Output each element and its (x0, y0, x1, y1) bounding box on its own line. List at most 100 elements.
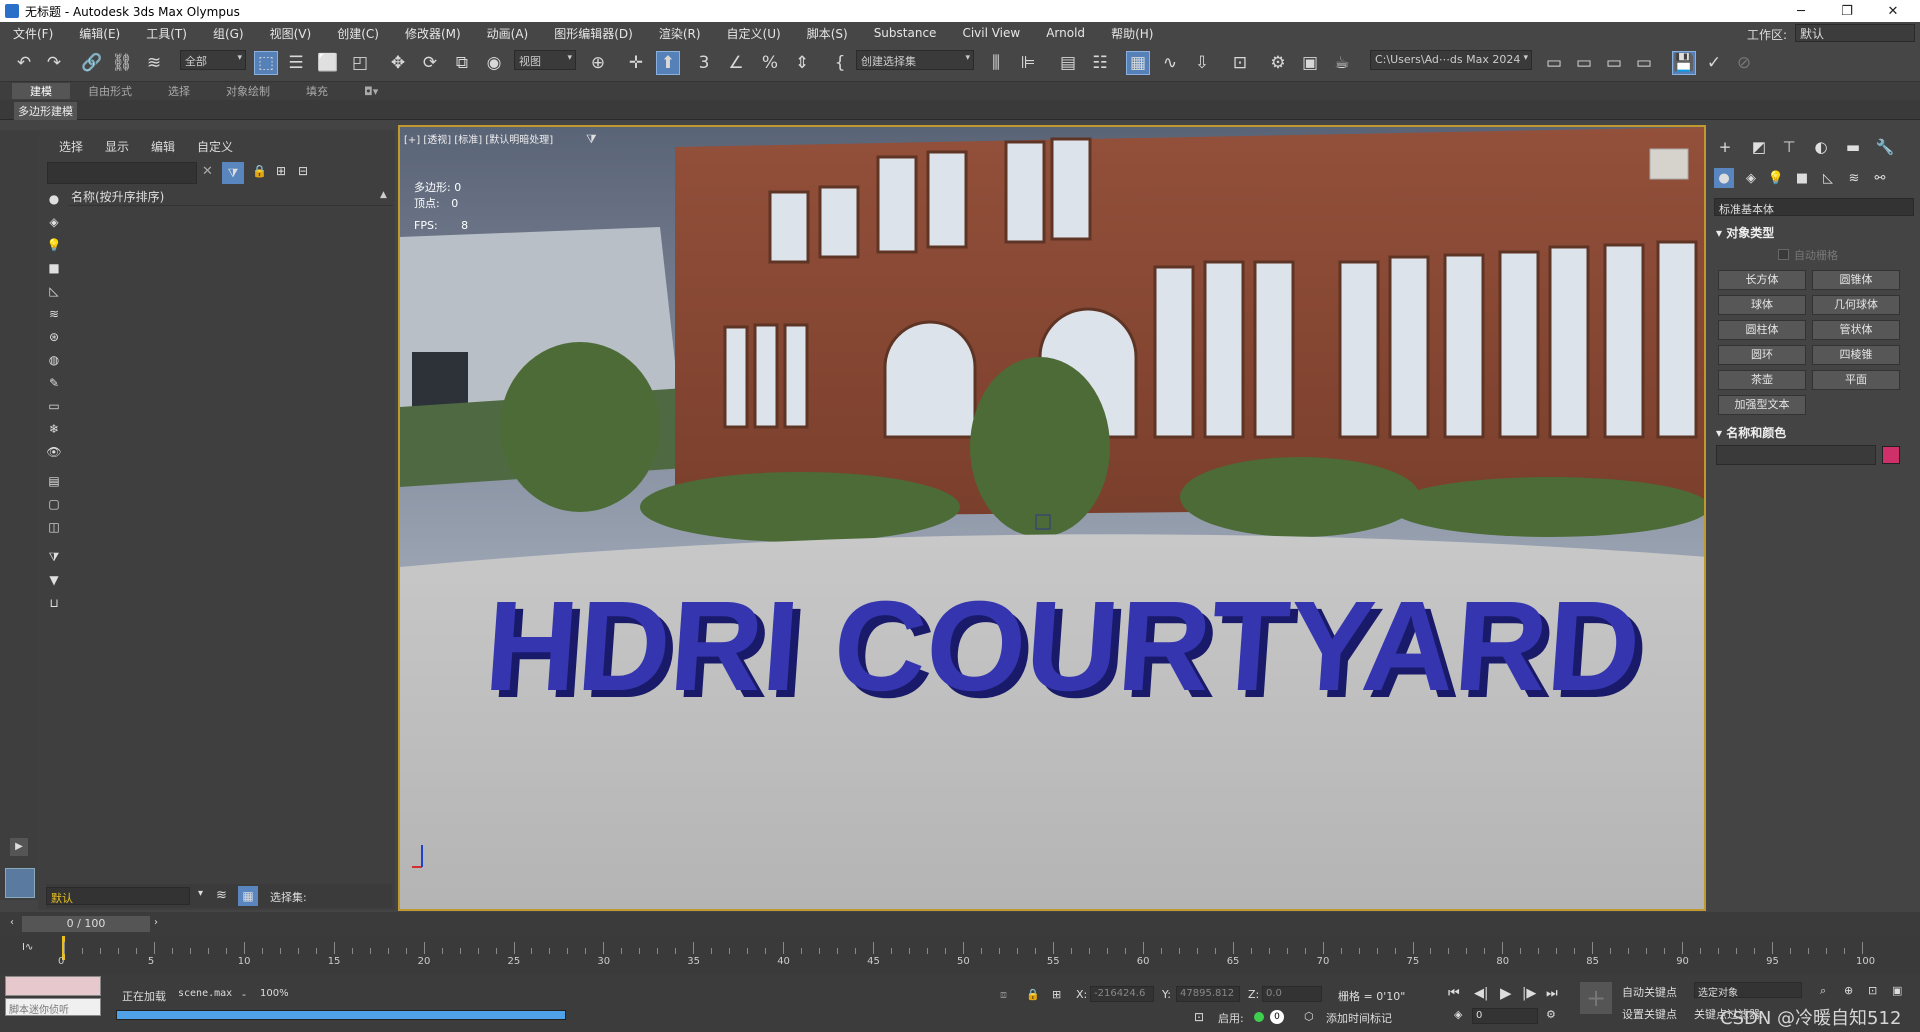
menu-edit[interactable]: 编辑(E) (66, 25, 133, 42)
save-icon[interactable]: 💾 (1672, 51, 1696, 75)
project-create-icon[interactable]: ▭ (1602, 51, 1626, 75)
zoom-all-icon[interactable]: ⊕ (1844, 984, 1853, 997)
modify-tab-icon[interactable]: ◩ (1748, 136, 1770, 158)
menu-scripting[interactable]: 脚本(S) (794, 25, 861, 42)
ribbon-tab-populate[interactable]: 填充 (288, 83, 346, 99)
systems-icon[interactable]: ⚯ (1870, 168, 1890, 188)
prev-frame-icon[interactable]: ◀| (1474, 986, 1488, 1001)
text-plus-button[interactable]: 加强型文本 (1718, 395, 1806, 415)
goto-start-icon[interactable]: ⏮ (1448, 986, 1460, 1001)
sync-icon[interactable]: ✓ (1702, 51, 1726, 75)
filter-xrefs-icon[interactable]: ◍ (45, 351, 63, 369)
angle-snap-icon[interactable]: ∠ (724, 51, 748, 75)
sphere-button[interactable]: 球体 (1718, 295, 1806, 315)
menu-views[interactable]: 视图(V) (257, 25, 325, 42)
scene-tab-customize[interactable]: 自定义 (186, 138, 244, 155)
sort-icon[interactable]: ⊟ (298, 164, 308, 178)
setkey-button[interactable]: 设置关键点 (1622, 1006, 1677, 1022)
ref-coord-select[interactable]: 视图 (514, 50, 576, 70)
menu-graph-editors[interactable]: 图形编辑器(D) (541, 25, 646, 42)
edit-named-sets-icon[interactable]: { (828, 51, 852, 75)
mini-curve-editor-icon[interactable]: I∿ (22, 942, 33, 953)
workspace-select[interactable]: 默认 (1795, 24, 1915, 42)
scene-tab-select[interactable]: 选择 (48, 138, 94, 155)
current-frame-field[interactable]: 0 (1472, 1008, 1538, 1024)
time-slider[interactable]: ‹ 0 / 100 › (0, 912, 1920, 936)
expand-icon[interactable]: ▶ (10, 838, 28, 856)
polygon-modeling-panel[interactable]: 多边形建模 (14, 102, 77, 120)
menu-create[interactable]: 创建(C) (324, 25, 392, 42)
menu-substance[interactable]: Substance (861, 26, 950, 40)
menu-arnold[interactable]: Arnold (1033, 26, 1098, 40)
keyboard-shortcut-override-icon[interactable]: ⬆ (656, 51, 680, 75)
viewport-perspective[interactable]: HDRI COURTYARD HDRI COURTYARD (398, 125, 1706, 911)
menu-file[interactable]: 文件(F) (0, 25, 66, 42)
goto-end-icon[interactable]: ⏭ (1546, 986, 1558, 1001)
hierarchy-tab-icon[interactable]: ⊤ (1778, 136, 1800, 158)
display-none-icon[interactable]: ▢ (45, 495, 63, 513)
plane-button[interactable]: 平面 (1812, 370, 1900, 390)
enable-indicator-icon[interactable] (1254, 1012, 1264, 1022)
filter-icon[interactable]: ⧩ (222, 162, 244, 184)
scale-icon[interactable]: ⧉ (450, 51, 474, 75)
curve-editor-icon[interactable]: ∿ (1158, 51, 1182, 75)
funnel-icon[interactable]: ▼ (45, 571, 63, 589)
helpers-icon[interactable]: ◺ (1818, 168, 1838, 188)
motion-tab-icon[interactable]: ◐ (1810, 136, 1832, 158)
time-slider-thumb[interactable]: 0 / 100 (22, 916, 150, 932)
zoom-extents-all-icon[interactable]: ▣ (1892, 984, 1902, 997)
viewport-layout-icon[interactable] (5, 868, 35, 898)
menu-customize[interactable]: 自定义(U) (714, 25, 794, 42)
render-production-icon[interactable]: ☕ (1330, 51, 1354, 75)
coord-z-field[interactable]: 0.0 (1262, 986, 1322, 1002)
menu-help[interactable]: 帮助(H) (1098, 25, 1166, 42)
hierarchy-icon[interactable]: ⊞ (276, 164, 286, 178)
selection-set-icon[interactable]: ▦ (238, 886, 258, 906)
lock-icon[interactable]: 🔒 (252, 164, 267, 178)
scene-tab-edit[interactable]: 编辑 (140, 138, 186, 155)
snaps-toggle-icon[interactable]: 3 (692, 51, 716, 75)
filter-frozen-icon[interactable]: ❄ (45, 420, 63, 438)
select-object-icon[interactable]: ⬚ (254, 51, 278, 75)
filter-shapes-icon[interactable]: ◈ (45, 213, 63, 231)
geometry-icon[interactable]: ● (1714, 168, 1734, 188)
named-selection-set-select[interactable]: 创建选择集 (856, 50, 974, 70)
autokey-button[interactable]: 自动关键点 (1622, 984, 1677, 1000)
link-icon[interactable]: 🔗 (80, 51, 104, 75)
rendered-frame-window-icon[interactable]: ▣ (1298, 51, 1322, 75)
filter-hidden-icon[interactable]: 👁 (45, 443, 63, 461)
scene-column-header[interactable]: 名称(按升序排序) (68, 188, 393, 206)
cameras-icon[interactable]: ■ (1792, 168, 1812, 188)
project-open-icon[interactable]: ▭ (1572, 51, 1596, 75)
unlink-icon[interactable]: ⛓ (110, 51, 134, 75)
primitive-category-select[interactable]: 标准基本体 (1714, 198, 1914, 216)
layer-explorer-icon[interactable]: ☷ (1088, 51, 1112, 75)
project-folder-icon[interactable]: ▭ (1542, 51, 1566, 75)
time-prev-icon[interactable]: ‹ (10, 917, 14, 928)
clear-search-icon[interactable]: ✕ (202, 164, 213, 179)
menu-civil-view[interactable]: Civil View (949, 26, 1033, 40)
key-mode-icon[interactable]: ◈ (1454, 1008, 1462, 1021)
selection-filter-select[interactable]: 全部 (180, 50, 246, 70)
viewport-filter-icon[interactable]: ⧩ (586, 132, 597, 147)
time-tag-icon[interactable]: 0 (1270, 1010, 1284, 1024)
scene-tab-display[interactable]: 显示 (94, 138, 140, 155)
percent-snap-icon[interactable]: % (758, 51, 782, 75)
placement-icon[interactable]: ◉ (482, 51, 506, 75)
spinner-snap-icon[interactable]: ⇕ (790, 51, 814, 75)
filter-groups-icon[interactable]: ⊛ (45, 328, 63, 346)
material-editor-icon[interactable]: ⊡ (1228, 51, 1252, 75)
maxscript-listener-pink[interactable] (5, 976, 101, 996)
create-tab-icon[interactable]: + (1714, 136, 1736, 158)
shapes-icon[interactable]: ◈ (1741, 168, 1761, 188)
bind-space-warp-icon[interactable]: ≋ (142, 51, 166, 75)
ribbon-options-icon[interactable]: ◘▾ (346, 85, 396, 98)
ribbon-tab-modeling[interactable]: 建模 (12, 83, 70, 99)
project-path-select[interactable]: C:\Users\Ad⋯ds Max 2024 (1370, 50, 1532, 70)
selection-lock-icon[interactable]: 🔒 (1026, 988, 1040, 1001)
viewcube[interactable] (1649, 148, 1689, 180)
play-icon[interactable]: ▶ (1500, 984, 1512, 1002)
display-invert-icon[interactable]: ◫ (45, 518, 63, 536)
utilities-tab-icon[interactable]: 🔧 (1874, 136, 1896, 158)
project-settings-icon[interactable]: ▭ (1632, 51, 1656, 75)
